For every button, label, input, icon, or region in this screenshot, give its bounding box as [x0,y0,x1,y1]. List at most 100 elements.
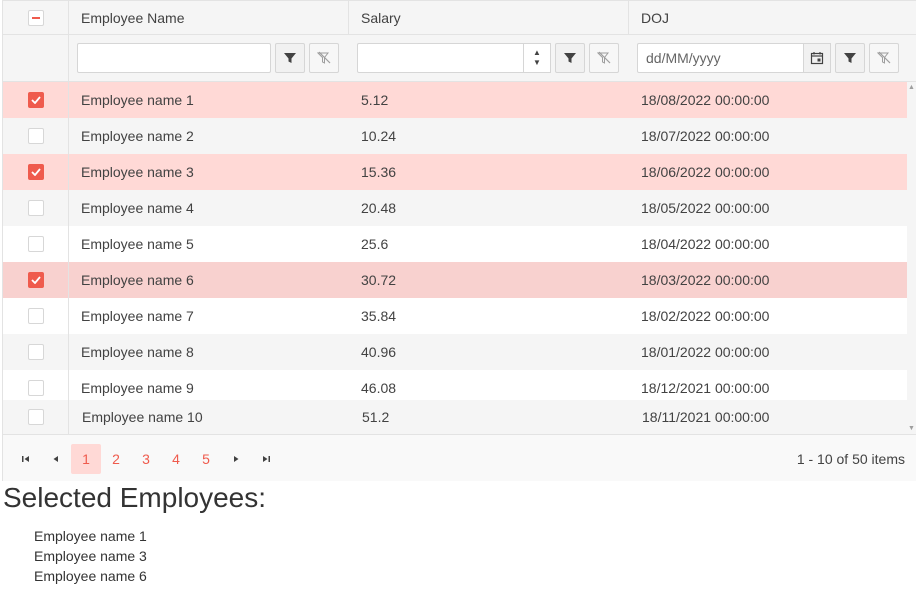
table-row[interactable]: Employee name 6 30.72 18/03/2022 00:00:0… [3,262,908,298]
doj-cell: 18/02/2022 00:00:00 [641,308,770,324]
grid-header: Employee Name Salary DOJ [3,1,916,35]
page-button-5[interactable]: 5 [191,444,221,474]
name-filter-button[interactable] [275,43,305,73]
doj-filter-input[interactable] [637,43,805,73]
row-checkbox-cell [3,82,69,118]
table-row[interactable]: Employee name 7 35.84 18/02/2022 00:00:0… [3,298,908,334]
table-row[interactable]: Employee name 3 15.36 18/06/2022 00:00:0… [3,154,908,190]
row-checkbox-cell [3,154,69,190]
doj-cell: 18/08/2022 00:00:00 [641,92,770,108]
filter-icon [844,53,856,63]
employee-name-cell: Employee name 10 [82,409,203,425]
doj-cell: 18/01/2022 00:00:00 [641,344,770,360]
select-all-checkbox[interactable] [27,9,44,26]
column-header-salary[interactable]: Salary [349,1,629,34]
salary-cell: 20.48 [361,200,397,216]
salary-cell: 40.96 [361,344,397,360]
filter-empty-cell [3,35,69,81]
row-checkbox[interactable] [27,344,44,360]
next-page-button[interactable] [221,444,251,474]
column-header-doj[interactable]: DOJ [629,1,916,34]
doj-cell: 18/07/2022 00:00:00 [641,128,770,144]
row-checkbox[interactable] [27,236,44,252]
salary-filter-button[interactable] [555,43,585,73]
employee-name-cell: Employee name 3 [81,164,194,180]
grid-body: Employee name 1 5.12 18/08/2022 00:00:00… [3,82,916,434]
row-checkbox-cell [3,262,69,298]
scroll-up-icon[interactable]: ▲ [908,84,915,91]
pager: 1 2 3 4 5 1 - 10 of 50 items [3,434,916,481]
doj-calendar-button[interactable] [803,43,831,73]
filter-icon [284,53,296,63]
row-checkbox[interactable] [27,164,44,180]
selected-employees-list: Employee name 1 Employee name 3 Employee… [34,528,147,588]
row-checkbox-cell [3,226,69,262]
previous-page-icon [53,456,58,462]
row-checkbox-cell [3,118,69,154]
list-item: Employee name 6 [34,568,147,584]
name-clear-filter-button[interactable] [309,43,339,73]
previous-page-button[interactable] [41,444,71,474]
salary-cell: 30.72 [361,272,397,288]
clear-filter-icon [317,51,331,64]
employee-name-cell: Employee name 2 [81,128,194,144]
row-checkbox[interactable] [27,272,44,288]
row-checkbox[interactable] [27,200,44,216]
page-button-2[interactable]: 2 [101,444,131,474]
row-checkbox[interactable] [27,409,44,425]
salary-cell: 51.2 [362,409,390,425]
row-checkbox[interactable] [27,92,44,108]
doj-cell: 18/04/2022 00:00:00 [641,236,770,252]
employee-grid: Employee Name Salary DOJ ▲ ▼ dd/MM/yyyy … [2,0,916,481]
row-checkbox-cell [3,190,69,226]
employee-name-cell: Employee name 1 [81,92,194,108]
salary-filter-input[interactable] [357,43,525,73]
employee-name-cell: Employee name 4 [81,200,194,216]
salary-cell: 25.6 [361,236,389,252]
first-page-button[interactable] [11,444,41,474]
employee-name-cell: Employee name 8 [81,344,194,360]
salary-clear-filter-button[interactable] [589,43,619,73]
table-row[interactable]: Employee name 2 10.24 18/07/2022 00:00:0… [3,118,908,154]
last-page-icon [263,456,270,462]
table-row[interactable]: Employee name 8 40.96 18/01/2022 00:00:0… [3,334,908,370]
employee-name-cell: Employee name 6 [81,272,194,288]
scroll-down-icon[interactable]: ▼ [908,425,915,432]
doj-cell: 18/03/2022 00:00:00 [641,272,770,288]
doj-cell: 18/11/2021 00:00:00 [642,409,770,425]
header-select-all-cell [3,1,69,34]
next-page-icon [234,456,239,462]
last-page-button[interactable] [251,444,281,474]
table-row[interactable]: Employee name 10 51.2 18/11/2021 00:00:0… [3,400,908,434]
doj-clear-filter-button[interactable] [869,43,899,73]
employee-name-cell: Employee name 7 [81,308,194,324]
table-row[interactable]: Employee name 4 20.48 18/05/2022 00:00:0… [3,190,908,226]
calendar-icon [810,52,824,65]
row-checkbox[interactable] [27,380,44,396]
filter-row: ▲ ▼ [3,35,916,82]
row-checkbox[interactable] [27,308,44,324]
list-item: Employee name 1 [34,528,147,544]
salary-spinner: ▲ ▼ [523,43,551,73]
doj-filter-button[interactable] [835,43,865,73]
selected-employees-title: Selected Employees: [3,482,267,513]
pager-info: 1 - 10 of 50 items [796,451,905,467]
name-filter-input[interactable] [77,43,271,73]
column-header-employee-name[interactable]: Employee Name [69,1,349,34]
page-button-4[interactable]: 4 [161,444,191,474]
table-row[interactable]: Employee name 5 25.6 18/04/2022 00:00:00 [3,226,908,262]
salary-cell: 35.84 [361,308,397,324]
spinner-down-icon[interactable]: ▼ [533,58,541,68]
spinner-up-icon[interactable]: ▲ [533,48,541,58]
salary-cell: 10.24 [361,128,397,144]
row-checkbox-cell [3,334,69,370]
doj-cell: 18/05/2022 00:00:00 [641,200,770,216]
list-item: Employee name 3 [34,548,147,564]
row-checkbox[interactable] [27,128,44,144]
page-button-3[interactable]: 3 [131,444,161,474]
table-row[interactable]: Employee name 1 5.12 18/08/2022 00:00:00 [3,82,908,118]
salary-cell: 5.12 [361,92,389,108]
page-button-1[interactable]: 1 [71,444,101,474]
vertical-scrollbar[interactable]: ▲ ▼ [907,82,916,434]
clear-filter-icon [597,51,611,64]
